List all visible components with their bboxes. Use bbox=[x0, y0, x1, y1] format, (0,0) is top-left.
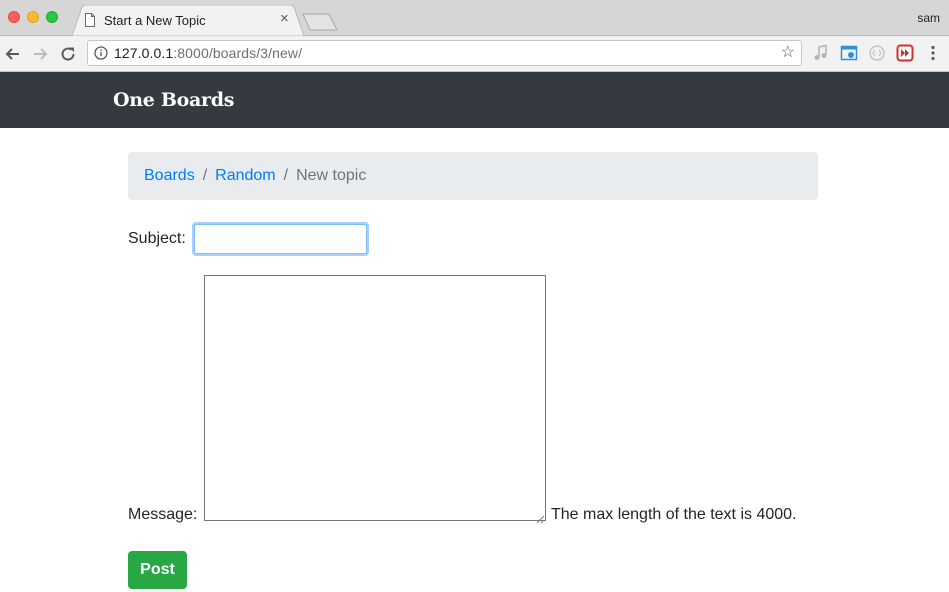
reload-icon[interactable] bbox=[58, 44, 78, 64]
resize-grip-icon[interactable] bbox=[536, 511, 545, 529]
star-icon[interactable]: ☆ bbox=[781, 44, 795, 62]
url-host: 127.0.0.1 bbox=[114, 45, 174, 61]
tab-close-icon[interactable]: × bbox=[280, 11, 289, 27]
breadcrumb-separator: / bbox=[202, 167, 208, 184]
browser-toolbar: 127.0.0.1:8000/boards/3/new/ ☆ bbox=[0, 36, 949, 72]
breadcrumb-boards-link[interactable]: Boards bbox=[144, 167, 195, 184]
new-tab-button[interactable] bbox=[302, 13, 338, 36]
tab-title: Start a New Topic bbox=[104, 13, 206, 28]
tab-strip: Start a New Topic × sam bbox=[0, 0, 949, 37]
red-extension-icon[interactable] bbox=[896, 44, 914, 62]
music-extension-icon[interactable] bbox=[812, 44, 830, 62]
page-icon bbox=[84, 13, 96, 32]
close-window-button[interactable] bbox=[8, 11, 20, 23]
circle-extension-icon[interactable] bbox=[868, 44, 886, 62]
breadcrumb-active-item: New topic bbox=[296, 167, 367, 184]
maximize-window-button[interactable] bbox=[46, 11, 58, 23]
subject-input[interactable] bbox=[194, 224, 367, 254]
back-arrow-icon[interactable] bbox=[3, 44, 23, 64]
info-icon[interactable] bbox=[94, 46, 108, 65]
kebab-menu-icon[interactable] bbox=[924, 44, 942, 62]
address-bar[interactable]: 127.0.0.1:8000/boards/3/new/ ☆ bbox=[87, 40, 802, 66]
subject-label: Subject: bbox=[128, 230, 186, 247]
post-button[interactable]: Post bbox=[128, 551, 187, 589]
brand-logo[interactable]: One Boards bbox=[113, 89, 234, 111]
minimize-window-button[interactable] bbox=[27, 11, 39, 23]
message-label: Message: bbox=[128, 506, 198, 523]
browser-tab[interactable]: Start a New Topic × bbox=[72, 5, 304, 37]
forward-arrow-icon[interactable] bbox=[30, 44, 50, 64]
breadcrumb-separator: / bbox=[283, 167, 289, 184]
profile-name[interactable]: sam bbox=[917, 11, 940, 25]
breadcrumb-random-link[interactable]: Random bbox=[215, 167, 275, 184]
message-hint: The max length of the text is 4000. bbox=[551, 506, 797, 523]
screenshot-extension-icon[interactable] bbox=[840, 44, 858, 62]
breadcrumb: Boards / Random / New topic bbox=[128, 152, 818, 200]
site-navbar: One Boards bbox=[0, 72, 949, 128]
url-path: :8000/boards/3/new/ bbox=[173, 45, 303, 61]
message-textarea[interactable] bbox=[204, 275, 546, 521]
url-text[interactable]: 127.0.0.1:8000/boards/3/new/ bbox=[114, 45, 302, 61]
